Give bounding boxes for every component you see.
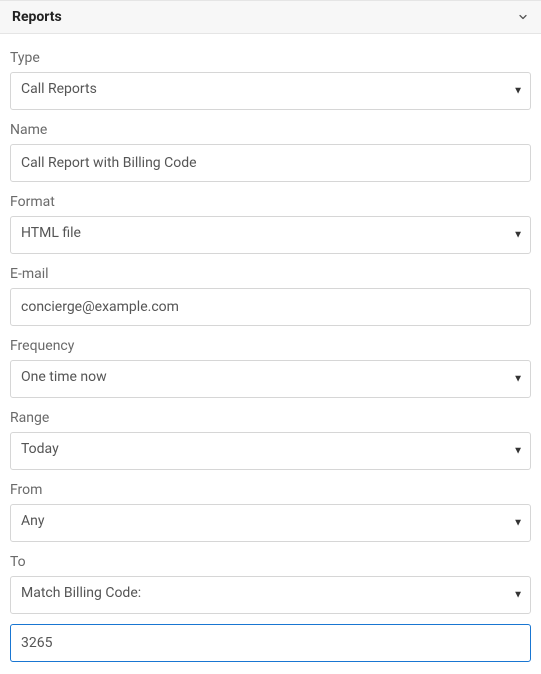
range-label: Range	[10, 410, 531, 426]
panel-title: Reports	[12, 9, 62, 25]
email-label: E-mail	[10, 266, 531, 282]
name-label: Name	[10, 122, 531, 138]
reports-form: Type Call Reports ▼ Name Format HTML fil…	[0, 34, 541, 674]
name-input[interactable]	[10, 144, 531, 182]
frequency-select[interactable]: One time now	[10, 360, 531, 398]
to-label: To	[10, 554, 531, 570]
type-select[interactable]: Call Reports	[10, 72, 531, 110]
email-input[interactable]	[10, 288, 531, 326]
format-label: Format	[10, 194, 531, 210]
from-select[interactable]: Any	[10, 504, 531, 542]
type-label: Type	[10, 50, 531, 66]
range-select[interactable]: Today	[10, 432, 531, 470]
from-label: From	[10, 482, 531, 498]
to-select[interactable]: Match Billing Code:	[10, 576, 531, 614]
format-select[interactable]: HTML file	[10, 216, 531, 254]
billing-code-input[interactable]	[10, 624, 531, 662]
reports-panel-header[interactable]: Reports	[0, 0, 541, 34]
chevron-down-icon	[517, 11, 529, 23]
frequency-label: Frequency	[10, 338, 531, 354]
